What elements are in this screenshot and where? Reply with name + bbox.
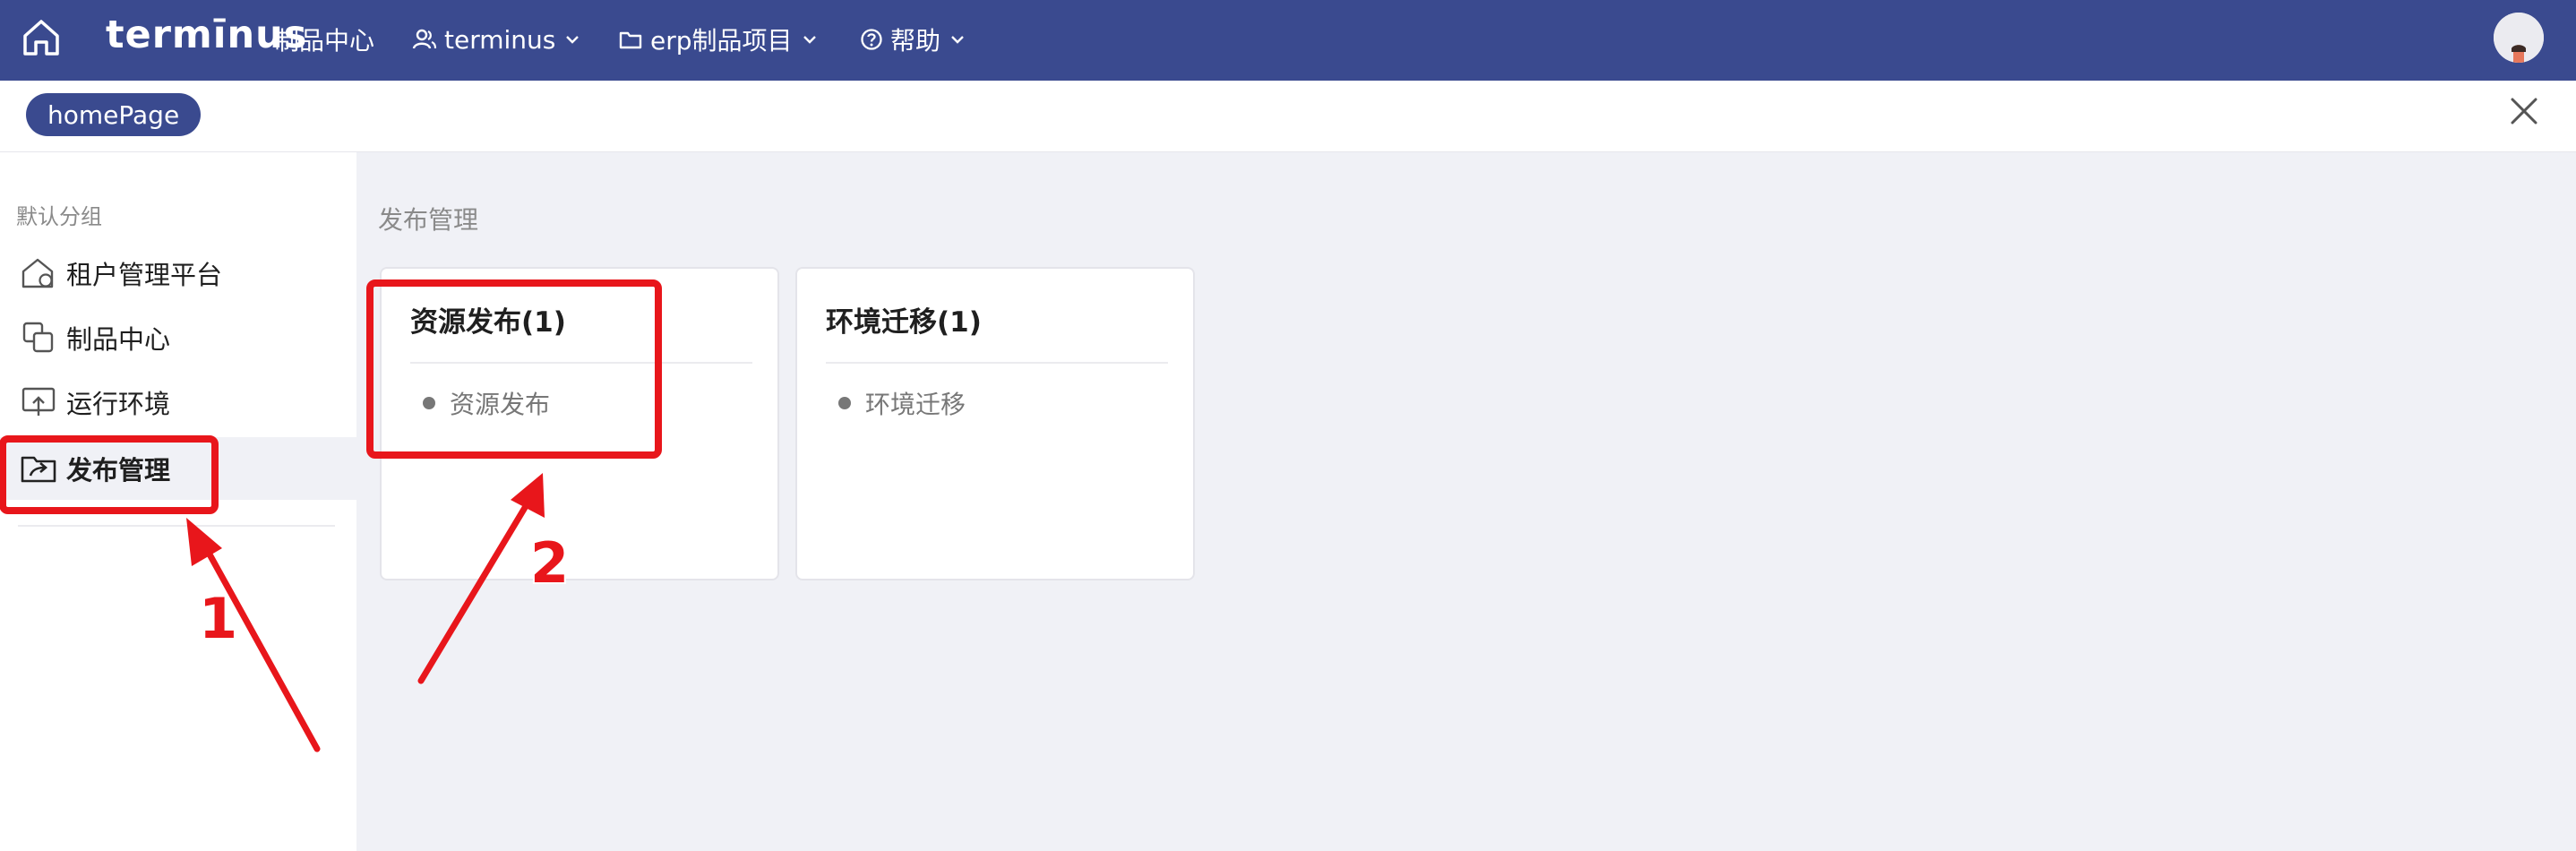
- chevron-down-icon: [951, 36, 964, 44]
- card-link-resource-release[interactable]: 资源发布: [423, 385, 550, 421]
- sidebar-item-tenant-platform[interactable]: 租户管理平台: [0, 242, 356, 305]
- sidebar-item-label: 发布管理: [66, 455, 171, 486]
- section-title: 发布管理: [378, 205, 479, 235]
- nav-org-label: terminus: [444, 24, 556, 55]
- bullet-icon: [838, 397, 851, 409]
- user-group-icon: [412, 29, 437, 49]
- sidebar-item-release-mgmt[interactable]: 发布管理: [0, 437, 356, 500]
- sidebar-item-runtime-env[interactable]: 运行环境: [0, 371, 356, 434]
- copy-icon: [20, 319, 57, 357]
- nav-help-dropdown[interactable]: 帮助: [860, 18, 967, 61]
- sidebar-divider: [18, 525, 335, 527]
- bullet-icon: [423, 397, 435, 409]
- close-icon: [2511, 98, 2537, 125]
- folder-icon: [619, 31, 642, 49]
- card-resource-release: 资源发布(1) 资源发布: [380, 267, 779, 580]
- card-link-env-migration[interactable]: 环境迁移: [838, 385, 966, 421]
- help-circle-icon: [861, 29, 882, 50]
- sidebar: 默认分组 租户管理平台 制品中心 运行环境 发布管理: [0, 152, 356, 851]
- chevron-down-icon: [566, 36, 580, 44]
- sidebar-group-label: 默认分组: [16, 204, 102, 229]
- home-button[interactable]: [16, 13, 66, 63]
- chevron-down-icon: [803, 36, 816, 44]
- tab-homepage-label: homePage: [47, 99, 180, 130]
- user-avatar[interactable]: [2494, 13, 2544, 63]
- nav-org-dropdown[interactable]: terminus: [412, 18, 582, 61]
- card-title: 环境迁移(1): [826, 306, 982, 339]
- card-link-label: 环境迁移: [865, 390, 966, 419]
- card-divider: [826, 362, 1168, 364]
- sidebar-item-artifact-center[interactable]: 制品中心: [0, 306, 356, 369]
- nav-artifact-center-label: 制品中心: [274, 26, 375, 56]
- house-user-icon: [20, 254, 57, 292]
- nav-help-label: 帮助: [890, 26, 941, 56]
- tab-bar: homePage: [0, 81, 2576, 152]
- sidebar-item-label: 运行环境: [66, 389, 171, 419]
- tab-homepage[interactable]: homePage: [26, 93, 202, 136]
- main-content: 发布管理 资源发布(1) 资源发布 环境迁移(1) 环境迁移: [356, 152, 2576, 851]
- nav-project-dropdown[interactable]: erp制品项目: [618, 18, 820, 61]
- sidebar-item-label: 租户管理平台: [66, 260, 223, 290]
- avatar-person-icon: [2494, 13, 2544, 63]
- home-icon: [23, 20, 59, 56]
- card-env-migration: 环境迁移(1) 环境迁移: [795, 267, 1195, 580]
- top-header: termīnus 制品中心 terminus erp制品项目 帮助: [0, 0, 2576, 81]
- card-link-label: 资源发布: [450, 390, 551, 419]
- card-divider: [410, 362, 752, 364]
- card-title: 资源发布(1): [410, 306, 566, 339]
- folder-share-icon: [20, 450, 57, 487]
- nav-project-label: erp制品项目: [650, 26, 793, 56]
- close-button[interactable]: [2504, 91, 2544, 131]
- sidebar-item-label: 制品中心: [66, 324, 171, 355]
- nav-artifact-center[interactable]: 制品中心: [274, 18, 382, 61]
- monitor-upload-icon: [20, 383, 57, 421]
